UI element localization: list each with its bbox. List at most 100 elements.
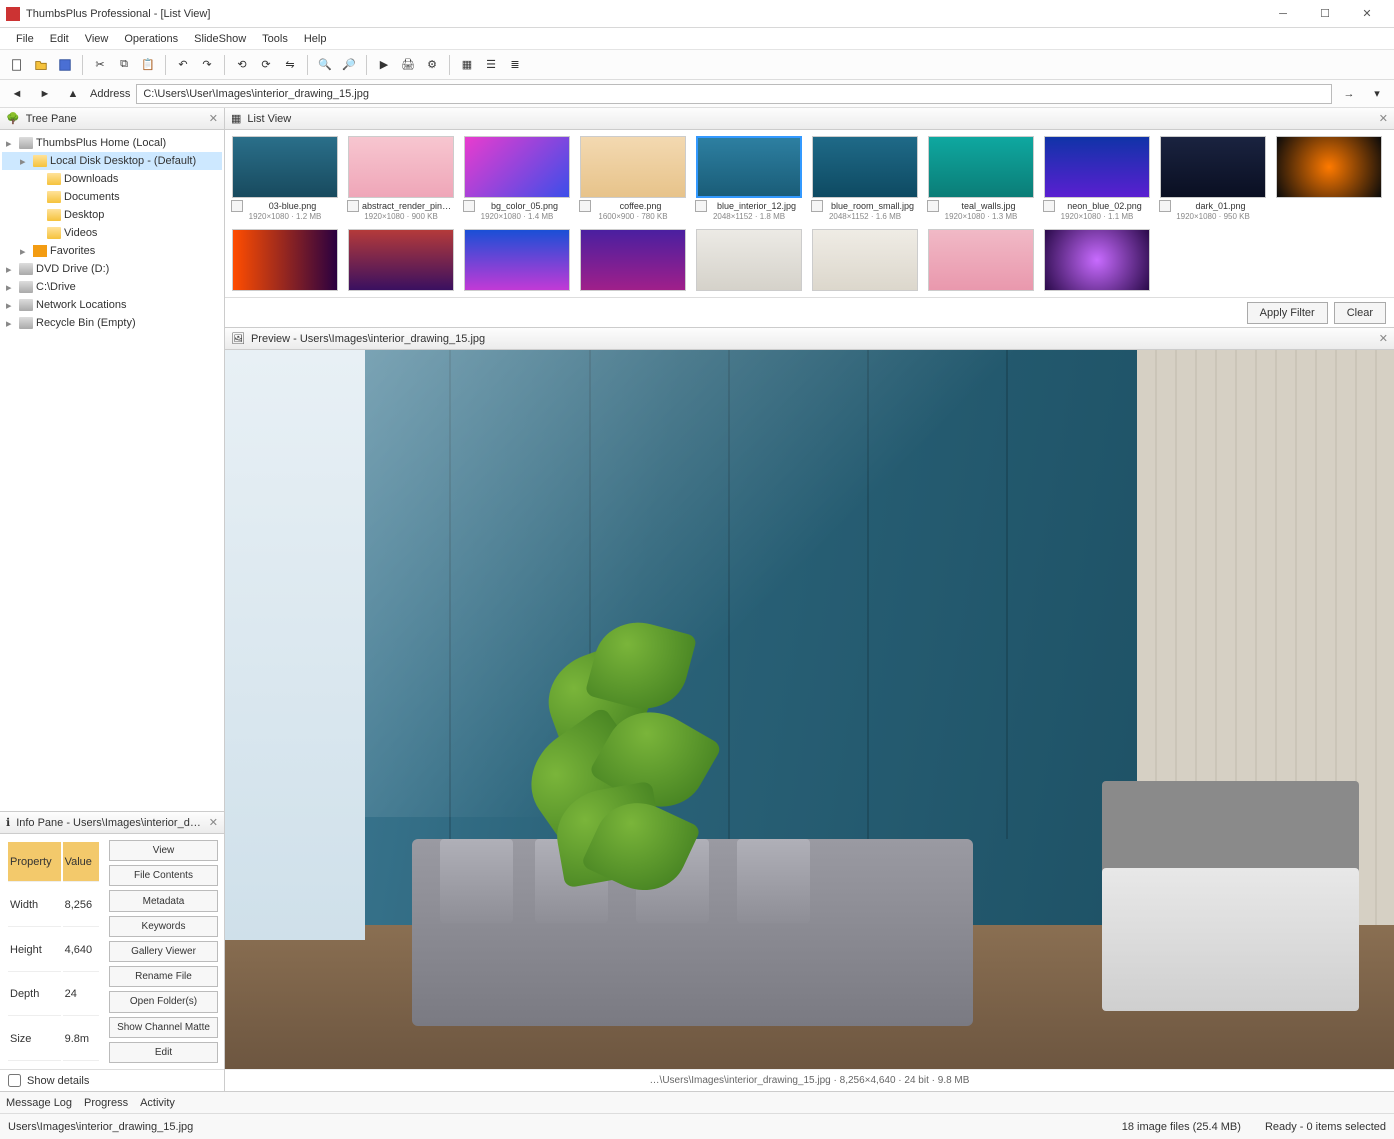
toolbar-zoom-out-icon[interactable]: 🔎 [338,54,360,76]
thumbnail-item[interactable]: 03-blue.png1920×1080 · 1.2 MB [231,136,339,221]
tree-item[interactable]: Desktop [2,206,222,224]
tag-icon[interactable] [1159,200,1171,212]
toolbar-save-icon[interactable] [54,54,76,76]
info-action-button[interactable]: Show Channel Matte [109,1017,218,1038]
expand-icon[interactable]: ▸ [6,317,16,330]
address-dropdown-icon[interactable]: ▾ [1366,83,1388,105]
menu-slideshow[interactable]: SlideShow [186,31,254,47]
expand-icon[interactable]: ▸ [6,263,16,276]
tree-item[interactable]: ▸ThumbsPlus Home (Local) [2,134,222,152]
nav-back-icon[interactable]: ◄ [6,83,28,105]
thumbnail-item[interactable] [579,229,687,291]
thumbnail-grid[interactable]: 03-blue.png1920×1080 · 1.2 MBabstract_re… [225,130,1394,297]
list-close-icon[interactable]: ✕ [1379,112,1388,125]
thumbnail-item[interactable] [347,229,455,291]
tree-item[interactable]: Videos [2,224,222,242]
menu-operations[interactable]: Operations [116,31,186,47]
tag-icon[interactable] [811,200,823,212]
thumbnail-item[interactable]: coffee.png1600×900 · 780 KB [579,136,687,221]
tree-item[interactable]: ▸Local Disk Desktop - (Default) [2,152,222,170]
nav-fwd-icon[interactable]: ► [34,83,56,105]
info-close-icon[interactable]: ✕ [209,816,218,829]
menu-file[interactable]: File [8,31,42,47]
expand-icon[interactable]: ▸ [6,281,16,294]
thumbnail-item[interactable]: blue_interior_12.jpg2048×1152 · 1.8 MB [695,136,803,221]
expand-icon[interactable]: ▸ [6,137,16,150]
toolbar-cut-icon[interactable]: ✂ [89,54,111,76]
status-tab-activity[interactable]: Activity [140,1097,175,1109]
thumbnail-item[interactable]: bg_color_05.png1920×1080 · 1.4 MB [463,136,571,221]
toolbar-print-icon[interactable]: 🖨 [397,54,419,76]
info-action-button[interactable]: Rename File [109,966,218,987]
thumbnail-item[interactable] [463,229,571,291]
thumbnail-item[interactable]: teal_walls.jpg1920×1080 · 1.3 MB [927,136,1035,221]
toolbar-settings-icon[interactable]: ⚙ [421,54,443,76]
close-button[interactable]: ✕ [1346,2,1388,26]
toolbar-copy-icon[interactable]: ⧉ [113,54,135,76]
toolbar-detail-icon[interactable]: ≣ [504,54,526,76]
tree-item[interactable]: Documents [2,188,222,206]
info-action-button[interactable]: Gallery Viewer [109,941,218,962]
toolbar-redo-icon[interactable]: ↷ [196,54,218,76]
address-go-icon[interactable]: → [1338,83,1360,105]
apply-filter-button[interactable]: Apply Filter [1247,302,1328,324]
thumbnail-item[interactable] [811,229,919,291]
expand-icon[interactable]: ▸ [6,299,16,312]
toolbar-open-icon[interactable] [30,54,52,76]
info-action-button[interactable]: File Contents [109,865,218,886]
address-input[interactable] [136,84,1332,104]
info-action-button[interactable]: Keywords [109,916,218,937]
show-details-checkbox[interactable] [8,1074,21,1087]
tree-item[interactable]: ▸Recycle Bin (Empty) [2,314,222,332]
info-action-button[interactable]: Edit [109,1042,218,1063]
toolbar-paste-icon[interactable]: 📋 [137,54,159,76]
toolbar-slideshow-icon[interactable]: ▶ [373,54,395,76]
thumbnail-item[interactable] [231,229,339,291]
tag-icon[interactable] [231,200,243,212]
nav-up-icon[interactable]: ▲ [62,83,84,105]
toolbar-rotate-left-icon[interactable]: ⟲ [231,54,253,76]
expand-icon[interactable]: ▸ [20,245,30,258]
tag-icon[interactable] [579,200,591,212]
folder-tree[interactable]: ▸ThumbsPlus Home (Local)▸Local Disk Desk… [0,130,224,811]
tree-item[interactable]: ▸DVD Drive (D:) [2,260,222,278]
thumbnail-item[interactable] [695,229,803,291]
tree-item[interactable]: Downloads [2,170,222,188]
maximize-button[interactable]: ☐ [1304,2,1346,26]
tag-icon[interactable] [463,200,475,212]
toolbar-new-icon[interactable] [6,54,28,76]
tree-item[interactable]: ▸Network Locations [2,296,222,314]
tree-close-icon[interactable]: ✕ [209,112,218,125]
tag-icon[interactable] [927,200,939,212]
menu-edit[interactable]: Edit [42,31,77,47]
toolbar-rotate-right-icon[interactable]: ⟳ [255,54,277,76]
thumbnail-item[interactable]: dark_01.png1920×1080 · 950 KB [1159,136,1267,221]
menu-view[interactable]: View [77,31,117,47]
tree-item[interactable]: ▸C:\Drive [2,278,222,296]
thumbnail-item[interactable] [1043,229,1151,291]
toolbar-flip-icon[interactable]: ⇋ [279,54,301,76]
thumbnail-item[interactable]: blue_room_small.jpg2048×1152 · 1.6 MB [811,136,919,221]
tag-icon[interactable] [695,200,707,212]
info-action-button[interactable]: Metadata [109,890,218,911]
status-tab-log[interactable]: Message Log [6,1097,72,1109]
status-tab-progress[interactable]: Progress [84,1097,128,1109]
thumbnail-item[interactable] [1275,136,1383,221]
preview-image[interactable] [225,350,1394,1069]
preview-close-icon[interactable]: ✕ [1379,332,1388,345]
thumbnail-item[interactable]: neon_blue_02.png1920×1080 · 1.1 MB [1043,136,1151,221]
thumbnail-item[interactable] [927,229,1035,291]
tag-icon[interactable] [347,200,359,212]
expand-icon[interactable]: ▸ [20,155,30,168]
toolbar-undo-icon[interactable]: ↶ [172,54,194,76]
info-action-button[interactable]: Open Folder(s) [109,991,218,1012]
menu-tools[interactable]: Tools [254,31,296,47]
minimize-button[interactable]: ─ [1262,2,1304,26]
clear-filter-button[interactable]: Clear [1334,302,1386,324]
tag-icon[interactable] [1043,200,1055,212]
tree-item[interactable]: ▸Favorites [2,242,222,260]
toolbar-list-icon[interactable]: ☰ [480,54,502,76]
toolbar-thumbs-icon[interactable]: ▦ [456,54,478,76]
info-action-button[interactable]: View [109,840,218,861]
thumbnail-item[interactable]: abstract_render_pink.png1920×1080 · 900 … [347,136,455,221]
